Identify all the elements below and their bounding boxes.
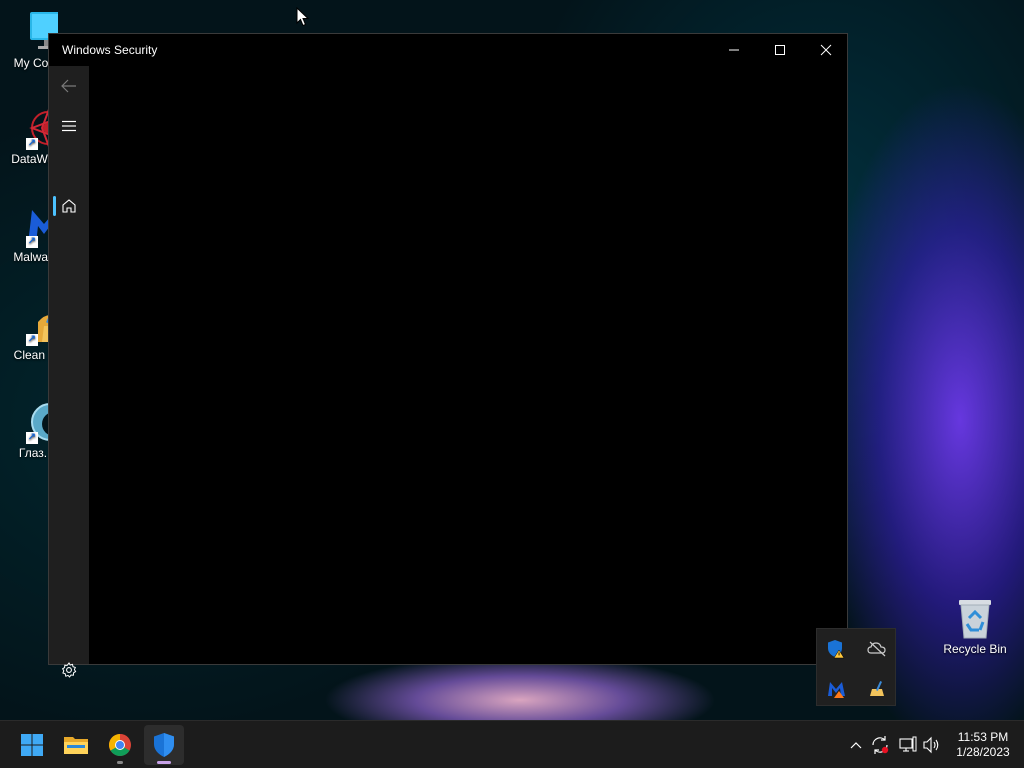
- close-icon: [820, 44, 832, 56]
- taskbar-chrome[interactable]: [100, 725, 140, 765]
- tray-icon-windows-security[interactable]: [825, 637, 849, 661]
- shortcut-arrow-icon: ↗: [26, 138, 38, 150]
- maximize-icon: [775, 45, 785, 55]
- tray-network[interactable]: [898, 735, 918, 755]
- show-hidden-icons-button[interactable]: [846, 735, 866, 755]
- maximize-button[interactable]: [757, 34, 803, 66]
- back-arrow-icon: [61, 79, 76, 93]
- clean-master-tray-icon: [870, 681, 884, 696]
- shortcut-arrow-icon: ↗: [26, 236, 38, 248]
- running-indicator: [117, 761, 123, 764]
- shortcut-arrow-icon: ↗: [26, 334, 38, 346]
- show-hidden-icons-chevron-icon: [850, 742, 862, 749]
- mouse-cursor-icon: [296, 7, 310, 27]
- tray-overflow-flyout: [816, 628, 896, 706]
- minimize-icon: [729, 49, 739, 51]
- clock-time: 11:53 PM: [957, 730, 1009, 744]
- clock-date: 1/28/2023: [956, 745, 1010, 759]
- nav-item-home[interactable]: [49, 188, 89, 224]
- back-button[interactable]: [49, 68, 89, 104]
- desktop-icon-recycle-bin[interactable]: Recycle Bin: [939, 596, 1011, 656]
- home-icon: [62, 199, 76, 213]
- windows-security-warning-icon: [828, 640, 845, 659]
- desktop-icon-label: Recycle Bin: [943, 642, 1007, 656]
- taskbar-clock[interactable]: 11:53 PM 1/28/2023: [948, 730, 1018, 760]
- sync-alert-icon: [872, 736, 889, 754]
- tray-icon-malwarebytes[interactable]: [825, 677, 849, 701]
- recycle-bin-icon: [953, 596, 997, 640]
- tray-icon-onedrive[interactable]: [865, 637, 889, 661]
- tray-icon-clean-master[interactable]: [865, 677, 889, 701]
- close-button[interactable]: [803, 34, 849, 66]
- window-title: Windows Security: [62, 43, 158, 57]
- file-explorer-icon: [64, 737, 88, 754]
- active-indicator: [157, 761, 171, 764]
- malwarebytes-tray-icon: [828, 682, 845, 698]
- shortcut-arrow-icon: ↗: [26, 432, 38, 444]
- start-icon: [21, 734, 43, 756]
- hamburger-menu-icon: [62, 120, 76, 132]
- windows-security-icon: [154, 733, 174, 757]
- taskbar-file-explorer[interactable]: [56, 725, 96, 765]
- minimize-button[interactable]: [711, 34, 757, 66]
- start-button[interactable]: [12, 725, 52, 765]
- nav-item-settings[interactable]: [49, 652, 89, 688]
- volume-icon: [923, 736, 939, 754]
- network-icon: [899, 736, 917, 752]
- navigation-rail: [49, 66, 89, 678]
- taskbar: 11:53 PM 1/28/2023: [0, 720, 1024, 768]
- chrome-icon: [109, 734, 131, 756]
- tray-sync-status[interactable]: [870, 735, 890, 755]
- hamburger-menu-button[interactable]: [49, 108, 89, 144]
- taskbar-windows-security[interactable]: [144, 725, 184, 765]
- tray-volume[interactable]: [922, 735, 942, 755]
- onedrive-offline-icon: [867, 641, 886, 657]
- window-titlebar[interactable]: Windows Security: [49, 34, 847, 66]
- settings-gear-icon: [61, 662, 77, 678]
- windows-security-window: Windows Security: [48, 33, 848, 678]
